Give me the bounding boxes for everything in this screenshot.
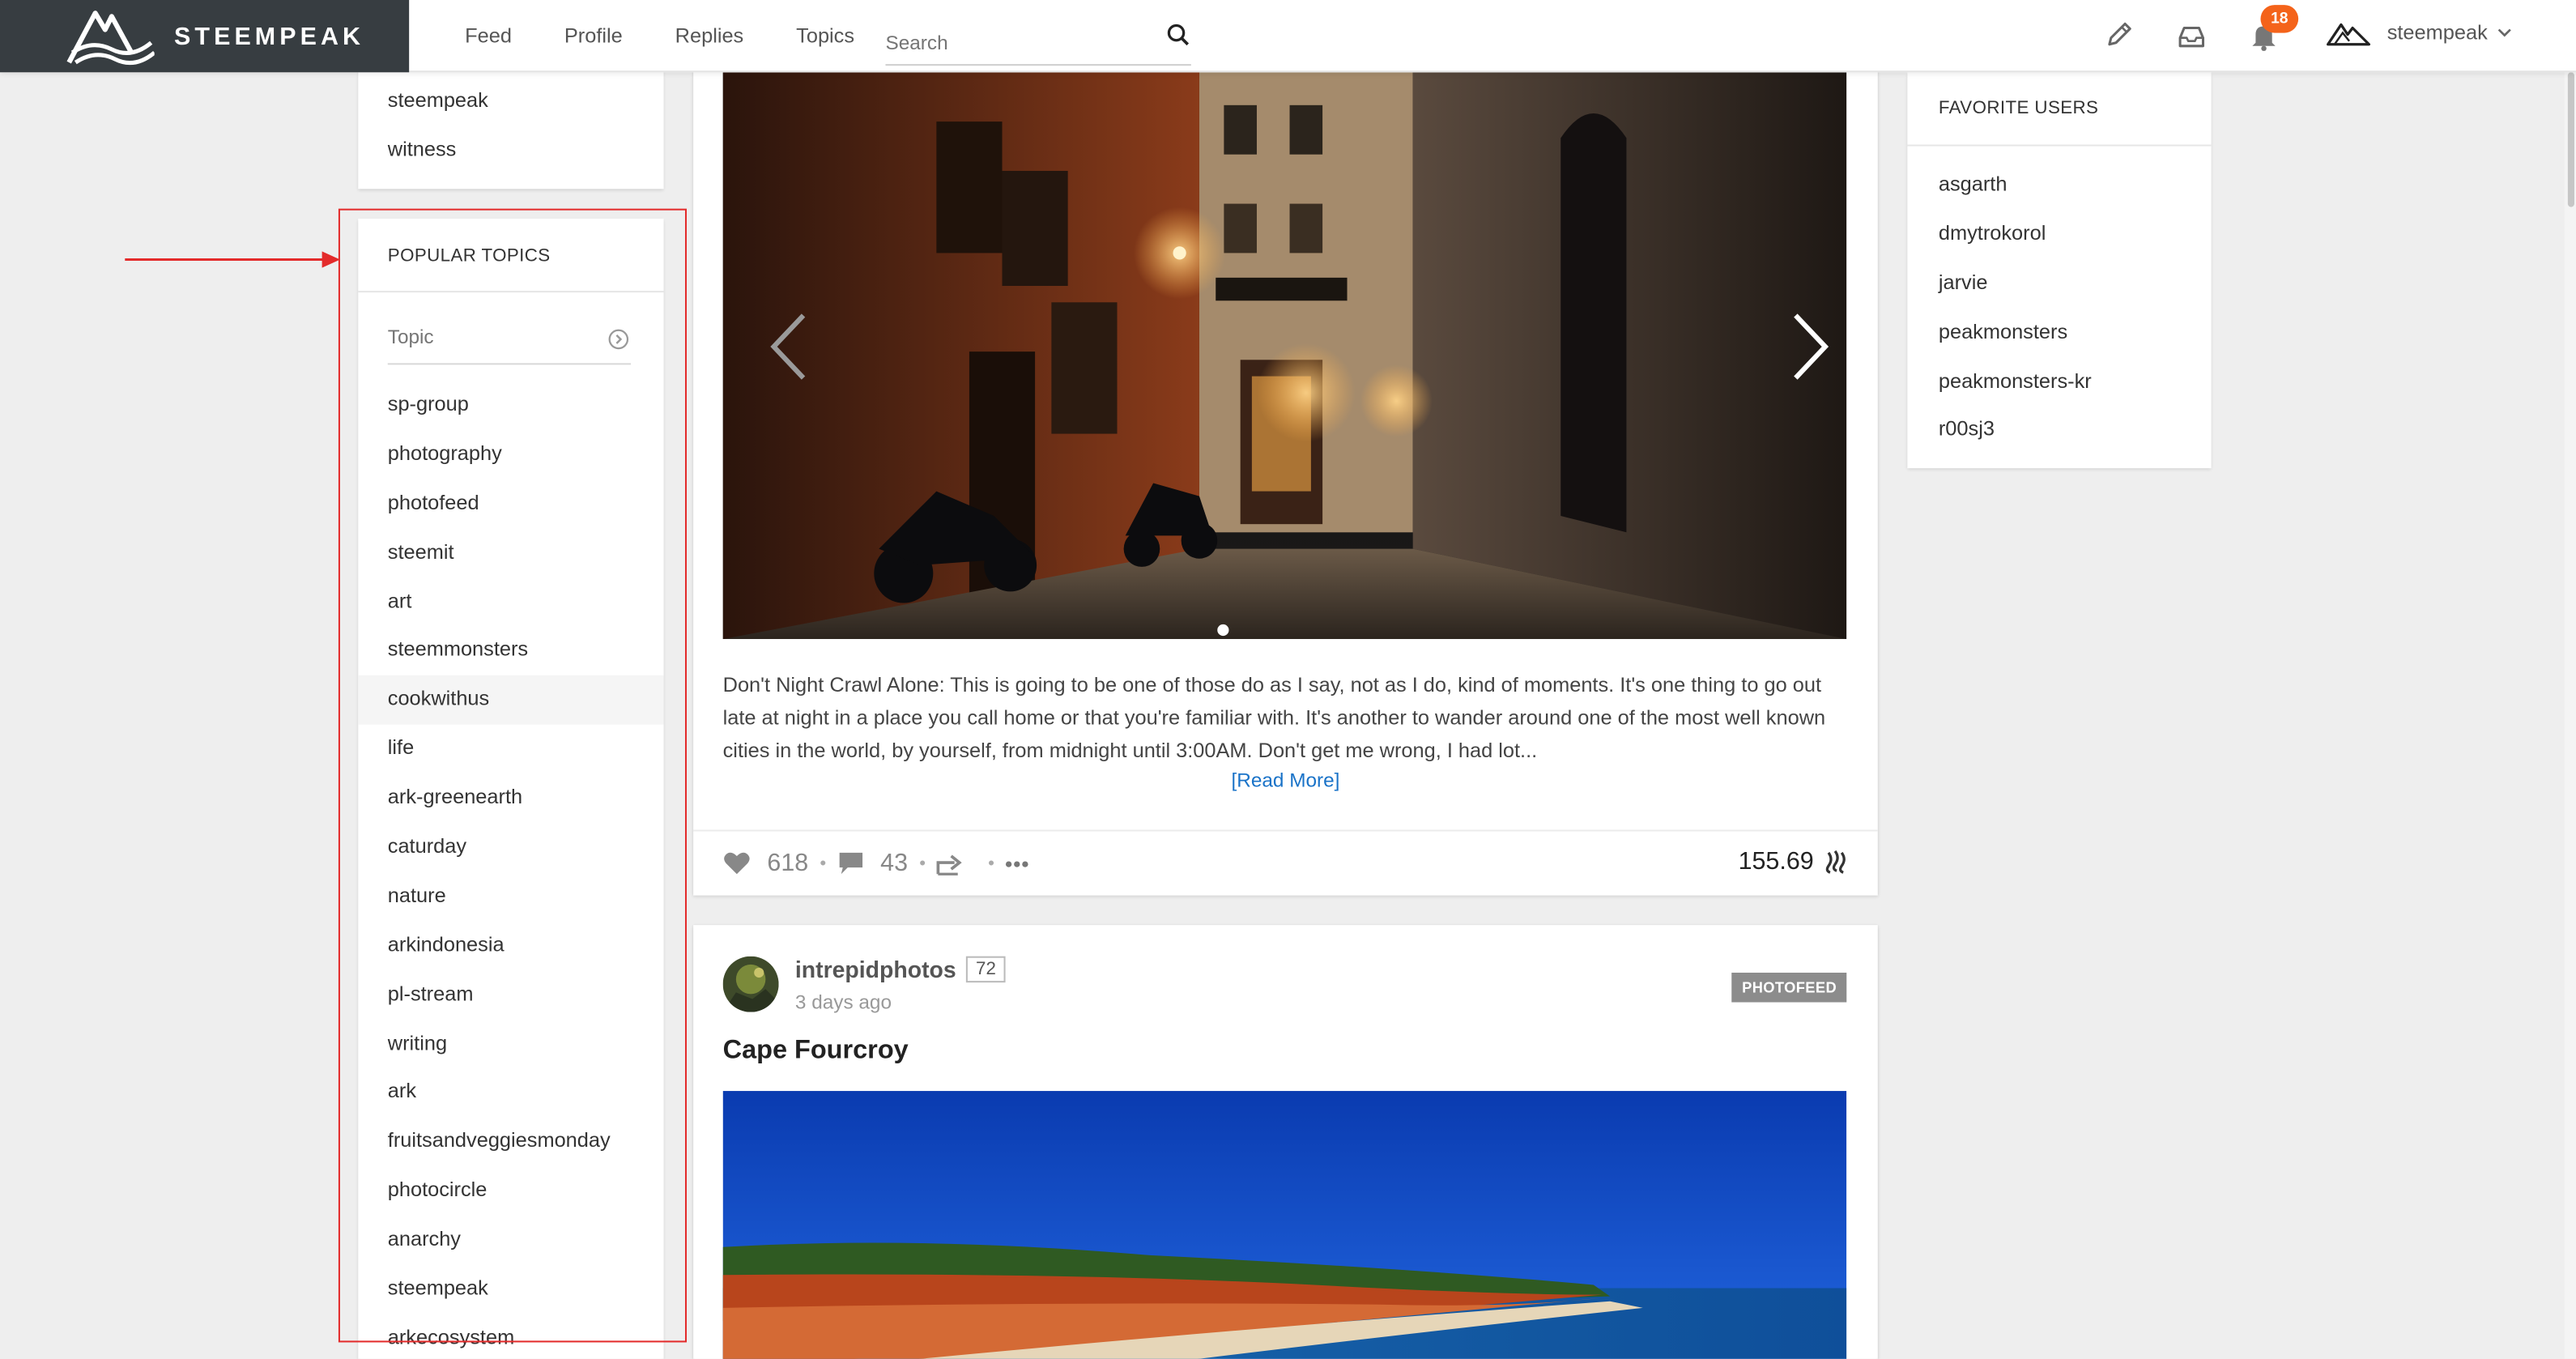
post-timestamp[interactable]: 3 days ago [795,990,892,1013]
favorite-users-card: FAVORITE USERS asgarth dmytrokorol jarvi… [1907,72,2212,469]
topic-item[interactable]: photofeed [358,479,663,529]
popular-topics-title: POPULAR TOPICS [387,246,551,266]
favorite-user-item[interactable]: jarvie [1907,259,2211,309]
topic-item[interactable]: steemmonsters [358,627,663,676]
favorite-user-item[interactable]: peakmonsters [1907,309,2211,358]
topic-item[interactable]: ark-greenearth [358,774,663,824]
favorite-users-list: asgarth dmytrokorol jarvie peakmonsters … [1907,161,2211,456]
left-menu-item[interactable]: steempeak [358,77,663,126]
post-title[interactable]: Cape Fourcroy [723,1037,909,1067]
post-image[interactable] [722,1091,1847,1359]
favorite-user-item[interactable]: dmytrokorol [1907,210,2211,259]
post-footer: 618 • 43 • • 155.69 [693,829,1878,895]
left-menu-list: steempeak witness [358,77,663,175]
chevron-down-icon [2498,28,2512,37]
main-nav: Feed Profile Replies Topics [465,0,907,72]
user-avatar-icon [2327,23,2371,46]
author-name[interactable]: intrepidphotos [795,956,956,982]
payout-value: 155.69 [1738,847,1814,876]
topic-item[interactable]: photography [358,430,663,479]
comments-button[interactable]: 43 [837,850,908,877]
topic-item[interactable]: steempeak [358,1265,663,1314]
avatar-image [722,956,779,1012]
coast-photo [722,1091,1847,1359]
carousel-dot[interactable] [1217,624,1229,637]
favorite-users-title: FAVORITE USERS [1938,98,2099,119]
divider [358,291,664,293]
vote-count: 618 [767,849,809,878]
popular-topics-card: POPULAR TOPICS sp-group photography phot… [358,218,664,1359]
topic-item-hovered[interactable]: cookwithus [358,675,664,726]
topic-item[interactable]: arkindonesia [358,922,663,971]
vote-button[interactable]: 618 [723,849,809,878]
divider [1907,144,2212,147]
more-options-icon[interactable] [1006,860,1029,867]
share-icon[interactable] [937,852,964,875]
reputation-badge: 72 [965,956,1007,983]
payout-amount[interactable]: 155.69 [1739,848,1849,875]
heart-icon [724,852,750,875]
comment-icon [839,852,862,875]
chevron-left-icon[interactable] [769,312,808,381]
brand-logo[interactable]: STEEMPEAK [0,0,410,73]
nav-profile[interactable]: Profile [564,24,623,47]
topics-list: sp-group photography photofeed steemit a… [358,381,664,1359]
topic-item[interactable]: steemit [358,529,663,578]
author-avatar[interactable] [722,956,779,1012]
topic-item[interactable]: arkecosystem [358,1314,663,1359]
post-card: intrepidphotos 72 3 days ago PHOTOFEED C… [693,925,1878,1359]
topic-item[interactable]: art [358,577,663,627]
topic-item[interactable]: writing [358,1020,663,1069]
nav-topics[interactable]: Topics [796,24,854,47]
search-input[interactable] [885,27,1149,53]
scrollbar-thumb[interactable] [2567,72,2574,207]
brand-name: STEEMPEAK [174,22,365,50]
notification-badge[interactable]: 18 [2260,5,2299,33]
topic-item[interactable]: ark [358,1069,663,1118]
topic-item[interactable]: fruitsandveggiesmonday [358,1118,663,1167]
favorite-user-item[interactable]: peakmonsters-kr [1907,357,2211,407]
favorite-user-item[interactable]: r00sj3 [1907,407,2211,456]
inbox-icon[interactable] [2177,23,2207,49]
username: steempeak [2387,21,2488,45]
arrow-circle-right-icon[interactable] [608,329,629,350]
comment-count: 43 [880,849,909,878]
annotation-arrow-icon [125,251,340,268]
nav-replies[interactable]: Replies [675,24,744,47]
post-image[interactable] [722,72,1847,640]
favorite-user-item[interactable]: asgarth [1907,161,2211,211]
topic-item[interactable]: photocircle [358,1167,663,1216]
topic-item[interactable]: life [358,725,663,774]
user-menu[interactable]: steempeak [2327,19,2513,46]
topic-item[interactable]: sp-group [358,381,663,431]
top-header: STEEMPEAK Feed Profile Replies Topics Se… [0,0,2576,73]
search-box [885,16,1191,66]
category-tag[interactable]: PHOTOFEED [1731,972,1847,1003]
pencil-icon[interactable] [2105,19,2135,49]
mountain-logo-icon [66,11,155,66]
steem-logo-icon [1825,850,1846,874]
night-street-photo [722,72,1847,640]
nav-feed[interactable]: Feed [465,24,512,47]
topic-input[interactable] [387,317,585,349]
left-menu-item[interactable]: witness [358,126,663,176]
topic-search [387,317,632,365]
post-excerpt: Don't Night Crawl Alone: This is going t… [722,673,1826,763]
post-author: intrepidphotos 72 [795,956,1007,983]
separator-dot: • [919,853,926,874]
post-card: Don't Night Crawl Alone: This is going t… [693,49,1878,896]
topic-item[interactable]: nature [358,872,663,922]
separator-dot: • [988,853,994,874]
page-scrollbar[interactable] [2564,72,2576,1359]
search-icon[interactable] [1166,23,1190,46]
topic-item[interactable]: caturday [358,823,663,872]
topic-item[interactable]: anarchy [358,1216,663,1266]
separator-dot: • [820,853,827,874]
topic-item[interactable]: pl-stream [358,970,663,1020]
read-more-link[interactable]: [Read More] [693,769,1878,791]
chevron-right-icon[interactable] [1790,312,1830,381]
